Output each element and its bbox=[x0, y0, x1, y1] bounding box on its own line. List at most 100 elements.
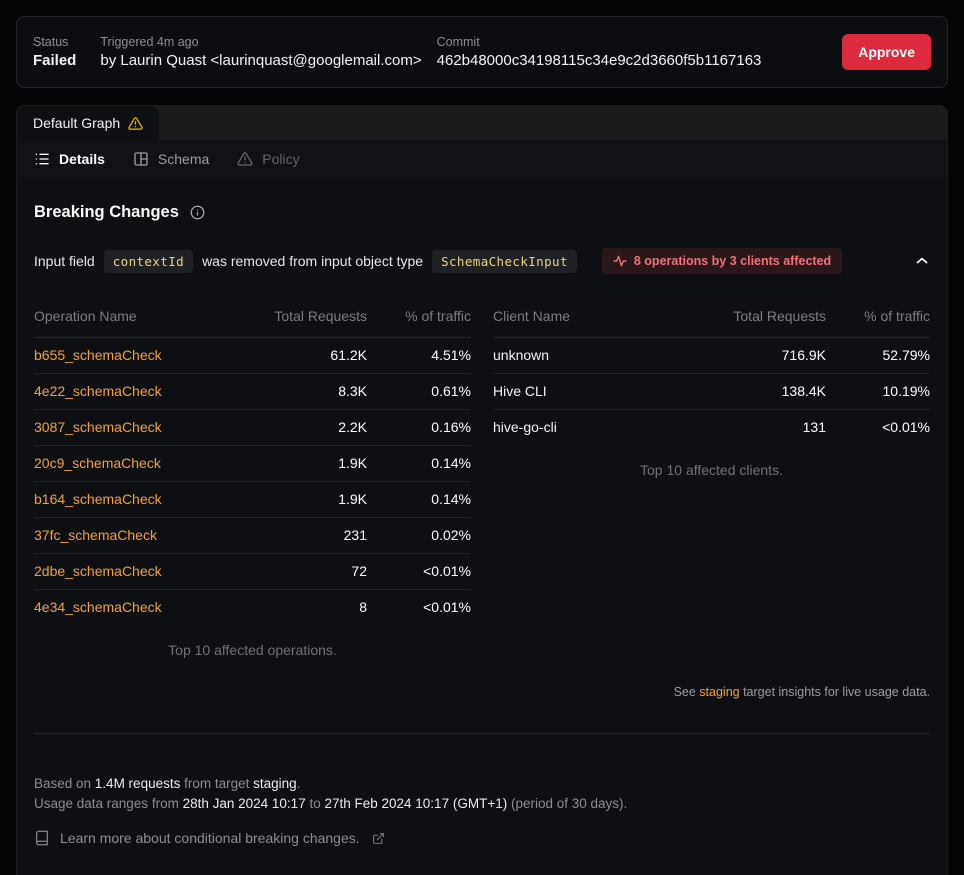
learn-more-row: Learn more about conditional breaking ch… bbox=[34, 830, 930, 846]
col-operation-name: Operation Name bbox=[34, 300, 239, 338]
requests-value: 2.2K bbox=[239, 410, 367, 446]
client-name: hive-go-cli bbox=[493, 419, 557, 435]
clients-footnote: Top 10 affected clients. bbox=[493, 445, 930, 478]
check-summary-bar: Status Failed Triggered 4m ago by Laurin… bbox=[16, 16, 948, 88]
range-text: to bbox=[306, 796, 325, 811]
table-row: b655_schemaCheck 61.2K4.51% bbox=[34, 338, 471, 374]
operation-link[interactable]: 4e34_schemaCheck bbox=[34, 599, 162, 615]
operations-table: Operation Name Total Requests % of traff… bbox=[34, 300, 471, 658]
table-row: 2dbe_schemaCheck 72<0.01% bbox=[34, 554, 471, 590]
traffic-value: <0.01% bbox=[367, 554, 471, 590]
info-icon[interactable] bbox=[190, 205, 205, 220]
tab-policy[interactable]: Policy bbox=[237, 151, 299, 167]
learn-more-link[interactable]: Learn more about conditional breaking ch… bbox=[60, 830, 360, 846]
policy-warning-icon bbox=[237, 151, 253, 167]
usage-tables: Operation Name Total Requests % of traff… bbox=[34, 300, 930, 658]
list-icon bbox=[34, 151, 50, 167]
usage-footer: Based on 1.4M requests from target stagi… bbox=[34, 774, 930, 814]
insights-note: See staging target insights for live usa… bbox=[34, 685, 930, 699]
activity-icon bbox=[613, 254, 627, 268]
client-name: unknown bbox=[493, 347, 549, 363]
commit-field: Commit 462b48000c34198115c34e9c2d3660f5b… bbox=[437, 35, 762, 69]
section-header: Breaking Changes bbox=[34, 203, 930, 222]
traffic-value: 0.14% bbox=[367, 482, 471, 518]
table-row: 4e34_schemaCheck8<0.01% bbox=[34, 590, 471, 626]
range-end: 27th Feb 2024 10:17 (GMT+1) bbox=[324, 796, 507, 811]
breaking-change-row[interactable]: Input field contextId was removed from i… bbox=[34, 248, 930, 274]
tab-details-label: Details bbox=[59, 151, 105, 167]
graph-tabstrip: Default Graph bbox=[17, 106, 947, 140]
section-title: Breaking Changes bbox=[34, 203, 179, 222]
external-link-icon bbox=[372, 832, 385, 845]
requests-value: 61.2K bbox=[239, 338, 367, 374]
traffic-value: 0.61% bbox=[367, 374, 471, 410]
change-text-middle: was removed from input object type bbox=[202, 253, 423, 269]
clients-table: Client Name Total Requests % of traffic … bbox=[493, 300, 930, 658]
triggered-by: by Laurin Quast <laurinquast@googlemail.… bbox=[100, 52, 421, 69]
details-content: Breaking Changes Input field contextId w… bbox=[17, 179, 947, 846]
triggered-label: Triggered 4m ago bbox=[100, 35, 421, 49]
based-text: from target bbox=[180, 776, 253, 791]
table-row: 4e22_schemaCheck 8.3K0.61% bbox=[34, 374, 471, 410]
col-traffic: % of traffic bbox=[367, 300, 471, 338]
operation-link[interactable]: 4e22_schemaCheck bbox=[34, 383, 162, 399]
schema-icon bbox=[133, 151, 149, 167]
range-start: 28th Jan 2024 10:17 bbox=[183, 796, 306, 811]
traffic-value: 10.19% bbox=[826, 374, 930, 410]
operation-link[interactable]: 2dbe_schemaCheck bbox=[34, 563, 162, 579]
table-row: 37fc_schemaCheck2310.02% bbox=[34, 518, 471, 554]
tab-schema[interactable]: Schema bbox=[133, 151, 209, 167]
requests-value: 1.9K bbox=[239, 446, 367, 482]
requests-value: 138.4K bbox=[698, 374, 826, 410]
operation-link[interactable]: 3087_schemaCheck bbox=[34, 419, 162, 435]
requests-value: 8.3K bbox=[239, 374, 367, 410]
status-label: Status bbox=[33, 35, 76, 49]
approve-button[interactable]: Approve bbox=[842, 34, 931, 70]
based-text: . bbox=[297, 776, 301, 791]
warning-triangle-icon bbox=[128, 116, 143, 131]
tab-default-graph[interactable]: Default Graph bbox=[17, 106, 159, 140]
requests-value: 1.9K bbox=[239, 482, 367, 518]
traffic-value: <0.01% bbox=[826, 410, 930, 446]
range-text: Usage data ranges from bbox=[34, 796, 183, 811]
col-total-requests: Total Requests bbox=[239, 300, 367, 338]
table-row: unknown716.9K52.79% bbox=[493, 338, 930, 374]
requests-value: 8 bbox=[239, 590, 367, 626]
insights-note-suffix: target insights for live usage data. bbox=[740, 685, 930, 699]
type-code-pill: SchemaCheckInput bbox=[432, 250, 577, 273]
operations-footnote: Top 10 affected operations. bbox=[34, 625, 471, 658]
based-text: Based on bbox=[34, 776, 95, 791]
impact-badge[interactable]: 8 operations by 3 clients affected bbox=[602, 248, 842, 274]
operation-link[interactable]: b655_schemaCheck bbox=[34, 347, 162, 363]
staging-insights-link[interactable]: staging bbox=[699, 685, 739, 699]
subtab-bar: Details Schema Policy bbox=[17, 140, 947, 179]
commit-label: Commit bbox=[437, 35, 762, 49]
operation-link[interactable]: 20c9_schemaCheck bbox=[34, 455, 161, 471]
traffic-value: 0.14% bbox=[367, 446, 471, 482]
traffic-value: 4.51% bbox=[367, 338, 471, 374]
table-row: hive-go-cli 131<0.01% bbox=[493, 410, 930, 446]
requests-value: 72 bbox=[239, 554, 367, 590]
col-traffic: % of traffic bbox=[826, 300, 930, 338]
tab-details[interactable]: Details bbox=[34, 151, 105, 167]
chevron-up-icon[interactable] bbox=[914, 253, 930, 269]
insights-note-prefix: See bbox=[674, 685, 700, 699]
table-row: b164_schemaCheck 1.9K0.14% bbox=[34, 482, 471, 518]
triggered-field: Triggered 4m ago by Laurin Quast <laurin… bbox=[100, 35, 421, 69]
client-name: Hive CLI bbox=[493, 383, 547, 399]
impact-badge-label: 8 operations by 3 clients affected bbox=[634, 254, 831, 268]
field-code-pill: contextId bbox=[104, 250, 193, 273]
status-field: Status Failed bbox=[33, 35, 76, 69]
traffic-value: 0.16% bbox=[367, 410, 471, 446]
requests-value: 131 bbox=[698, 410, 826, 446]
requests-count: 1.4M requests bbox=[95, 776, 181, 791]
tab-schema-label: Schema bbox=[158, 151, 209, 167]
col-total-requests: Total Requests bbox=[698, 300, 826, 338]
traffic-value: 52.79% bbox=[826, 338, 930, 374]
check-panel: Default Graph Details Schema bbox=[16, 105, 948, 875]
table-row: Hive CLI 138.4K10.19% bbox=[493, 374, 930, 410]
operation-link[interactable]: b164_schemaCheck bbox=[34, 491, 162, 507]
panel-body: Details Schema Policy Breaking Changes bbox=[17, 140, 947, 875]
target-name: staging bbox=[253, 776, 297, 791]
operation-link[interactable]: 37fc_schemaCheck bbox=[34, 527, 157, 543]
